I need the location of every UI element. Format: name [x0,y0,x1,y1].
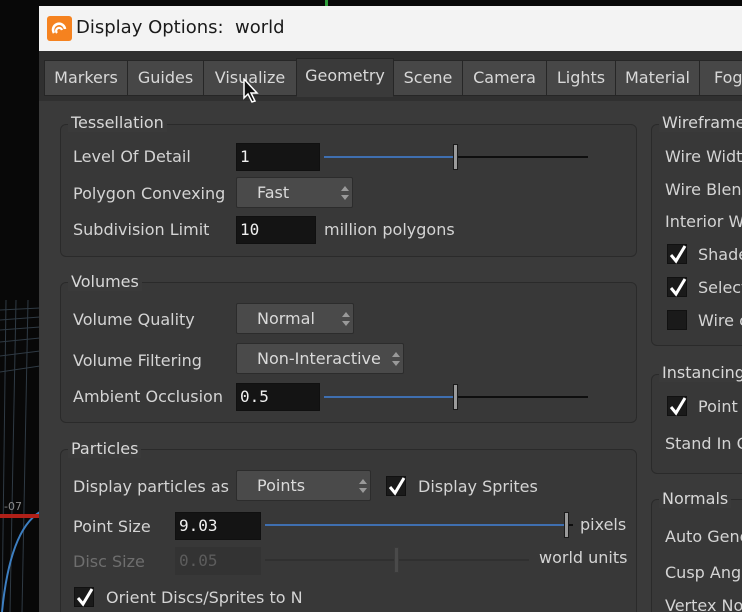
point-size-field[interactable]: 9.03 [175,512,261,540]
level-of-detail-field[interactable]: 1 [236,143,320,171]
orient-discs-label: Orient Discs/Sprites to N [106,588,303,607]
houdini-logo-icon [47,16,72,41]
auto-generate-label: Auto Gene [665,527,742,546]
dropdown-arrows-icon [359,479,367,493]
wireframe-title: Wireframe [659,113,742,132]
dialog-title: Display Options: world [76,17,285,38]
dropdown-arrows-icon [341,186,349,200]
disc-size-slider-handle[interactable] [394,547,399,573]
tab-camera[interactable]: Camera [462,60,547,96]
display-sprites-label: Display Sprites [418,477,538,496]
disc-size-label: Disc Size [73,552,145,571]
wire-label: Wire c [698,311,742,330]
instancing-title: Instancing [659,363,742,382]
wire-checkbox[interactable] [667,310,687,330]
instancing-group [651,374,742,474]
vertex-normals-label: Vertex Nor [665,596,742,612]
wire-blend-label: Wire Blenc [665,180,742,199]
polygon-convexing-dropdown[interactable]: Fast [236,177,353,208]
title-bar[interactable]: Display Options: world [39,6,742,51]
disc-size-slider[interactable] [265,547,529,573]
display-sprites-checkbox[interactable] [386,476,406,496]
tab-geometry[interactable]: Geometry [296,58,394,97]
cusp-angle-label: Cusp Angle [665,563,742,582]
tessellation-title: Tessellation [68,113,167,132]
tab-material[interactable]: Material [615,60,700,96]
polygon-convexing-value: Fast [257,183,290,202]
tab-scene[interactable]: Scene [393,60,463,96]
checkmark-icon [669,278,687,297]
viewport-x-axis [0,514,40,518]
point-instancing-checkbox[interactable] [667,396,687,416]
checkmark-icon [388,477,406,496]
display-options-dialog: Display Options: world Markers Guides Vi… [39,6,742,612]
particles-title: Particles [68,439,142,458]
point-size-label: Point Size [73,517,151,536]
ambient-occlusion-slider[interactable] [324,384,588,410]
disc-size-field[interactable]: 0.05 [175,547,261,575]
ambient-occlusion-label: Ambient Occlusion [73,387,223,406]
point-size-slider[interactable] [265,512,573,538]
volume-filtering-label: Volume Filtering [73,351,202,370]
volume-quality-label: Volume Quality [73,310,195,329]
ambient-occlusion-slider-handle[interactable] [453,384,458,410]
viewport-grid [0,300,40,612]
volume-filtering-dropdown[interactable]: Non-Interactive [236,343,404,374]
display-particles-as-value: Points [257,476,306,495]
wire-width-label: Wire Width [665,147,742,166]
volume-quality-dropdown[interactable]: Normal [236,303,354,334]
tab-guides[interactable]: Guides [127,60,204,96]
ambient-occlusion-field[interactable]: 0.5 [236,383,320,411]
tab-lights[interactable]: Lights [546,60,616,96]
viewport-axis-label: -07 [4,500,22,513]
disc-size-unit: world units [539,548,628,567]
volume-quality-value: Normal [257,309,315,328]
stand-in-geometry-label: Stand In G [665,434,742,453]
point-size-slider-handle[interactable] [564,512,569,538]
mouse-cursor-icon [243,78,259,103]
subdivision-limit-label: Subdivision Limit [73,220,210,239]
tab-bar: Markers Guides Visualize Geometry Scene … [39,51,742,101]
point-instancing-label: Point [698,397,738,416]
normals-title: Normals [659,489,732,508]
display-particles-as-dropdown[interactable]: Points [236,470,371,501]
checkmark-icon [669,397,687,416]
shade-label: Shade [698,245,742,264]
checkmark-icon [76,588,94,607]
volume-filtering-value: Non-Interactive [257,349,381,368]
point-size-slider-fill [265,524,567,526]
select-label: Select [698,278,742,297]
display-particles-as-label: Display particles as [73,477,229,496]
level-of-detail-slider-fill [324,156,456,158]
checkmark-icon [669,245,687,264]
orient-discs-checkbox[interactable] [74,587,94,607]
level-of-detail-slider-handle[interactable] [453,144,458,170]
shade-checkbox[interactable] [667,244,687,264]
subdivision-limit-field[interactable]: 10 [236,216,316,244]
volumes-title: Volumes [68,272,142,291]
select-checkbox[interactable] [667,277,687,297]
tab-fog[interactable]: Fog [699,60,742,96]
level-of-detail-label: Level Of Detail [73,147,191,166]
point-size-unit: pixels [580,515,627,534]
dropdown-arrows-icon [342,312,350,326]
ambient-occlusion-slider-fill [324,396,456,398]
interior-wire-label: Interior Wi [665,212,742,231]
level-of-detail-slider[interactable] [324,144,588,170]
polygon-convexing-label: Polygon Convexing [73,184,226,203]
tab-markers[interactable]: Markers [44,60,128,96]
geometry-tab-content: Tessellation Level Of Detail 1 Polygon C… [39,101,742,612]
subdivision-limit-unit: million polygons [324,220,455,239]
dropdown-arrows-icon [392,352,400,366]
